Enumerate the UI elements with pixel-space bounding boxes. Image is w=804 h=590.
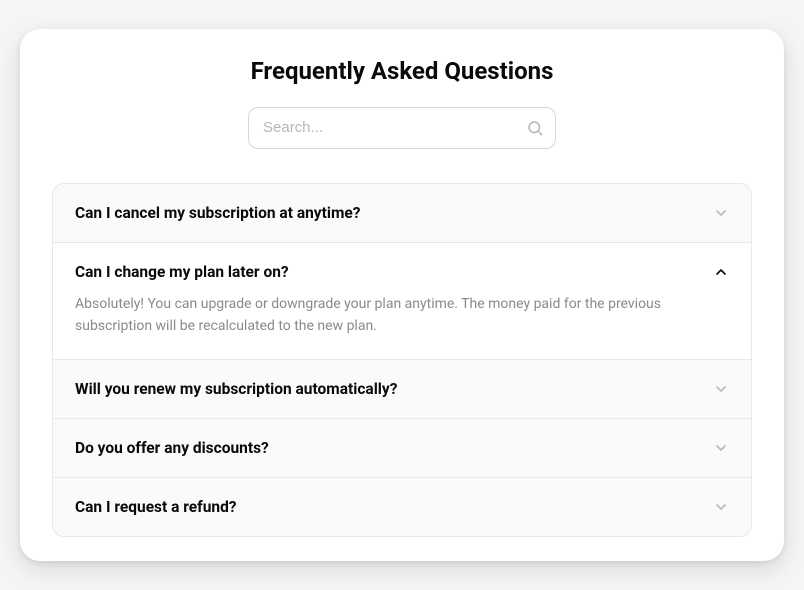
search-input[interactable] xyxy=(248,107,556,149)
faq-question: Can I request a refund? xyxy=(75,498,237,516)
chevron-down-icon xyxy=(713,205,729,221)
faq-card: Frequently Asked Questions Can I cancel … xyxy=(20,29,784,562)
faq-item: Will you renew my subscription automatic… xyxy=(53,360,751,419)
faq-item: Can I request a refund? xyxy=(53,478,751,536)
faq-item: Do you offer any discounts? xyxy=(53,419,751,478)
faq-question: Can I change my plan later on? xyxy=(75,263,289,281)
faq-item-header[interactable]: Do you offer any discounts? xyxy=(53,419,751,477)
faq-answer: Absolutely! You can upgrade or downgrade… xyxy=(75,293,729,338)
chevron-down-icon xyxy=(713,499,729,515)
chevron-down-icon xyxy=(713,440,729,456)
faq-item-header[interactable]: Can I cancel my subscription at anytime? xyxy=(53,184,751,242)
page-title: Frequently Asked Questions xyxy=(52,57,752,85)
faq-question: Can I cancel my subscription at anytime? xyxy=(75,204,360,222)
faq-question: Do you offer any discounts? xyxy=(75,439,269,457)
faq-item-header[interactable]: Will you renew my subscription automatic… xyxy=(53,360,751,418)
search-box xyxy=(248,107,556,149)
faq-item: Can I change my plan later on? Absolutel… xyxy=(53,243,751,361)
search-wrap xyxy=(52,107,752,149)
chevron-up-icon xyxy=(713,264,729,280)
faq-accordion: Can I cancel my subscription at anytime?… xyxy=(52,183,752,538)
faq-item-header[interactable]: Can I request a refund? xyxy=(53,478,751,536)
chevron-down-icon xyxy=(713,381,729,397)
faq-item-header[interactable]: Can I change my plan later on? xyxy=(53,243,751,293)
faq-question: Will you renew my subscription automatic… xyxy=(75,380,397,398)
faq-item: Can I cancel my subscription at anytime? xyxy=(53,184,751,243)
faq-item-body: Absolutely! You can upgrade or downgrade… xyxy=(53,293,751,360)
